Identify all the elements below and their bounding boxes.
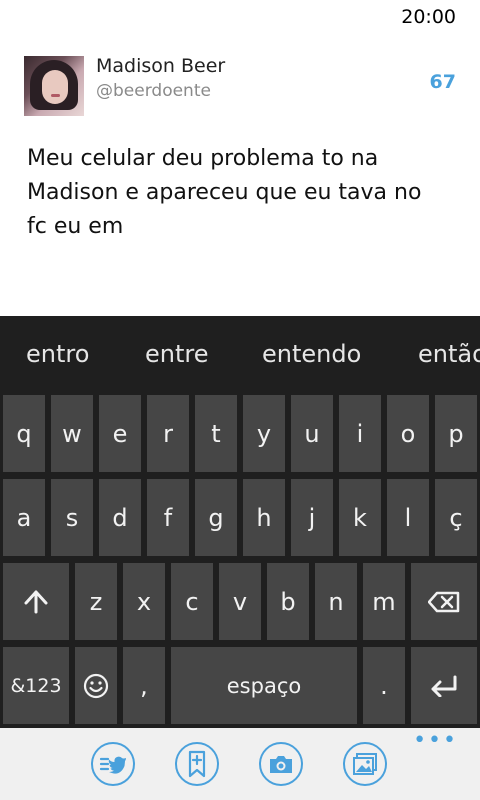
suggestion-item[interactable]: então xyxy=(418,340,480,368)
status-bar: 20:00 xyxy=(0,0,480,34)
user-name: Madison Beer xyxy=(96,55,226,77)
camera-icon xyxy=(270,756,292,773)
suggestion-bar: entro entre entendo então xyxy=(0,316,480,394)
key-x[interactable]: x xyxy=(123,563,165,640)
period-key[interactable]: . xyxy=(363,647,405,724)
new-tweet-button[interactable] xyxy=(175,742,219,786)
key-o[interactable]: o xyxy=(387,395,429,472)
symbols-key[interactable]: &123 xyxy=(3,647,69,724)
enter-icon xyxy=(431,675,457,697)
key-d[interactable]: d xyxy=(99,479,141,556)
space-key[interactable]: espaço xyxy=(171,647,357,724)
key-c-cedilla[interactable]: ç xyxy=(435,479,477,556)
tweet-list-icon xyxy=(99,756,126,774)
key-f[interactable]: f xyxy=(147,479,189,556)
camera-button[interactable] xyxy=(259,742,303,786)
suggestion-item[interactable]: entro xyxy=(26,340,89,368)
key-u[interactable]: u xyxy=(291,395,333,472)
tweet-composer: Madison Beer @beerdoente 67 Meu celular … xyxy=(0,34,480,316)
gallery-icon xyxy=(353,753,377,775)
suggestion-item[interactable]: entre xyxy=(145,340,209,368)
key-g[interactable]: g xyxy=(195,479,237,556)
clock: 20:00 xyxy=(401,6,456,28)
emoji-key[interactable] xyxy=(75,647,117,724)
shift-key[interactable] xyxy=(3,563,69,640)
key-j[interactable]: j xyxy=(291,479,333,556)
more-options-button[interactable]: ••• xyxy=(413,728,458,753)
gallery-button[interactable] xyxy=(343,742,387,786)
key-v[interactable]: v xyxy=(219,563,261,640)
user-handle: @beerdoente xyxy=(96,81,211,101)
suggestion-item[interactable]: entendo xyxy=(262,340,361,368)
key-r[interactable]: r xyxy=(147,395,189,472)
key-s[interactable]: s xyxy=(51,479,93,556)
key-z[interactable]: z xyxy=(75,563,117,640)
key-p[interactable]: p xyxy=(435,395,477,472)
app-bar: ••• xyxy=(0,728,480,800)
key-c[interactable]: c xyxy=(171,563,213,640)
key-a[interactable]: a xyxy=(3,479,45,556)
key-i[interactable]: i xyxy=(339,395,381,472)
keyboard: entro entre entendo então q w e r t y u … xyxy=(0,316,480,728)
avatar xyxy=(24,56,84,116)
key-b[interactable]: b xyxy=(267,563,309,640)
key-l[interactable]: l xyxy=(387,479,429,556)
key-w[interactable]: w xyxy=(51,395,93,472)
key-t[interactable]: t xyxy=(195,395,237,472)
key-e[interactable]: e xyxy=(99,395,141,472)
key-h[interactable]: h xyxy=(243,479,285,556)
key-q[interactable]: q xyxy=(3,395,45,472)
comma-key[interactable]: , xyxy=(123,647,165,724)
tweet-text-input[interactable]: Meu celular deu problema to na Madison e… xyxy=(27,142,447,244)
key-n[interactable]: n xyxy=(315,563,357,640)
new-tweet-icon xyxy=(188,750,206,778)
key-m[interactable]: m xyxy=(363,563,405,640)
key-k[interactable]: k xyxy=(339,479,381,556)
emoji-icon xyxy=(83,673,109,698)
tweet-list-button[interactable] xyxy=(91,742,135,786)
backspace-key[interactable] xyxy=(411,563,477,640)
key-y[interactable]: y xyxy=(243,395,285,472)
enter-key[interactable] xyxy=(411,647,477,724)
shift-arrow-icon xyxy=(24,590,48,613)
character-count: 67 xyxy=(429,71,456,93)
backspace-icon xyxy=(428,591,460,612)
